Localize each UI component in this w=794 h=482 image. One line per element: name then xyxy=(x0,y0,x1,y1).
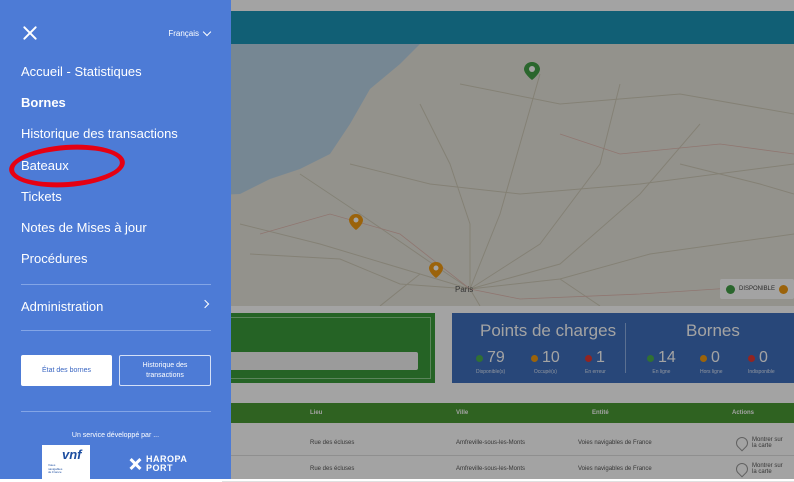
menu-item-historique[interactable]: Historique des transactions xyxy=(21,126,178,141)
haropa-logo: HAROPA PORT xyxy=(128,455,187,473)
menu-item-accueil[interactable]: Accueil - Statistiques xyxy=(21,64,142,79)
language-selector[interactable]: Français xyxy=(168,27,212,38)
vnf-logo: vnf Voies navigables de France xyxy=(42,445,90,479)
navigation-drawer: Français Accueil - Statistiques Bornes H… xyxy=(0,0,231,479)
chevron-right-icon xyxy=(200,299,210,309)
close-icon[interactable] xyxy=(22,25,38,41)
menu-item-notes[interactable]: Notes de Mises à jour xyxy=(21,220,147,235)
menu-item-procedures[interactable]: Procédures xyxy=(21,251,87,266)
etat-bornes-button[interactable]: État des bornes xyxy=(21,355,112,386)
menu-item-tickets[interactable]: Tickets xyxy=(21,189,62,204)
menu-item-administration[interactable]: Administration xyxy=(21,299,103,314)
divider xyxy=(21,411,211,412)
language-label: Français xyxy=(168,29,199,38)
chevron-down-icon xyxy=(202,27,212,37)
service-credit: Un service développé par ... xyxy=(71,432,160,439)
historique-transactions-button[interactable]: Historique des transactions xyxy=(119,355,211,386)
divider xyxy=(21,284,211,285)
menu-item-bornes[interactable]: Bornes xyxy=(21,95,66,110)
divider xyxy=(21,330,211,331)
haropa-mark-icon xyxy=(128,458,142,470)
